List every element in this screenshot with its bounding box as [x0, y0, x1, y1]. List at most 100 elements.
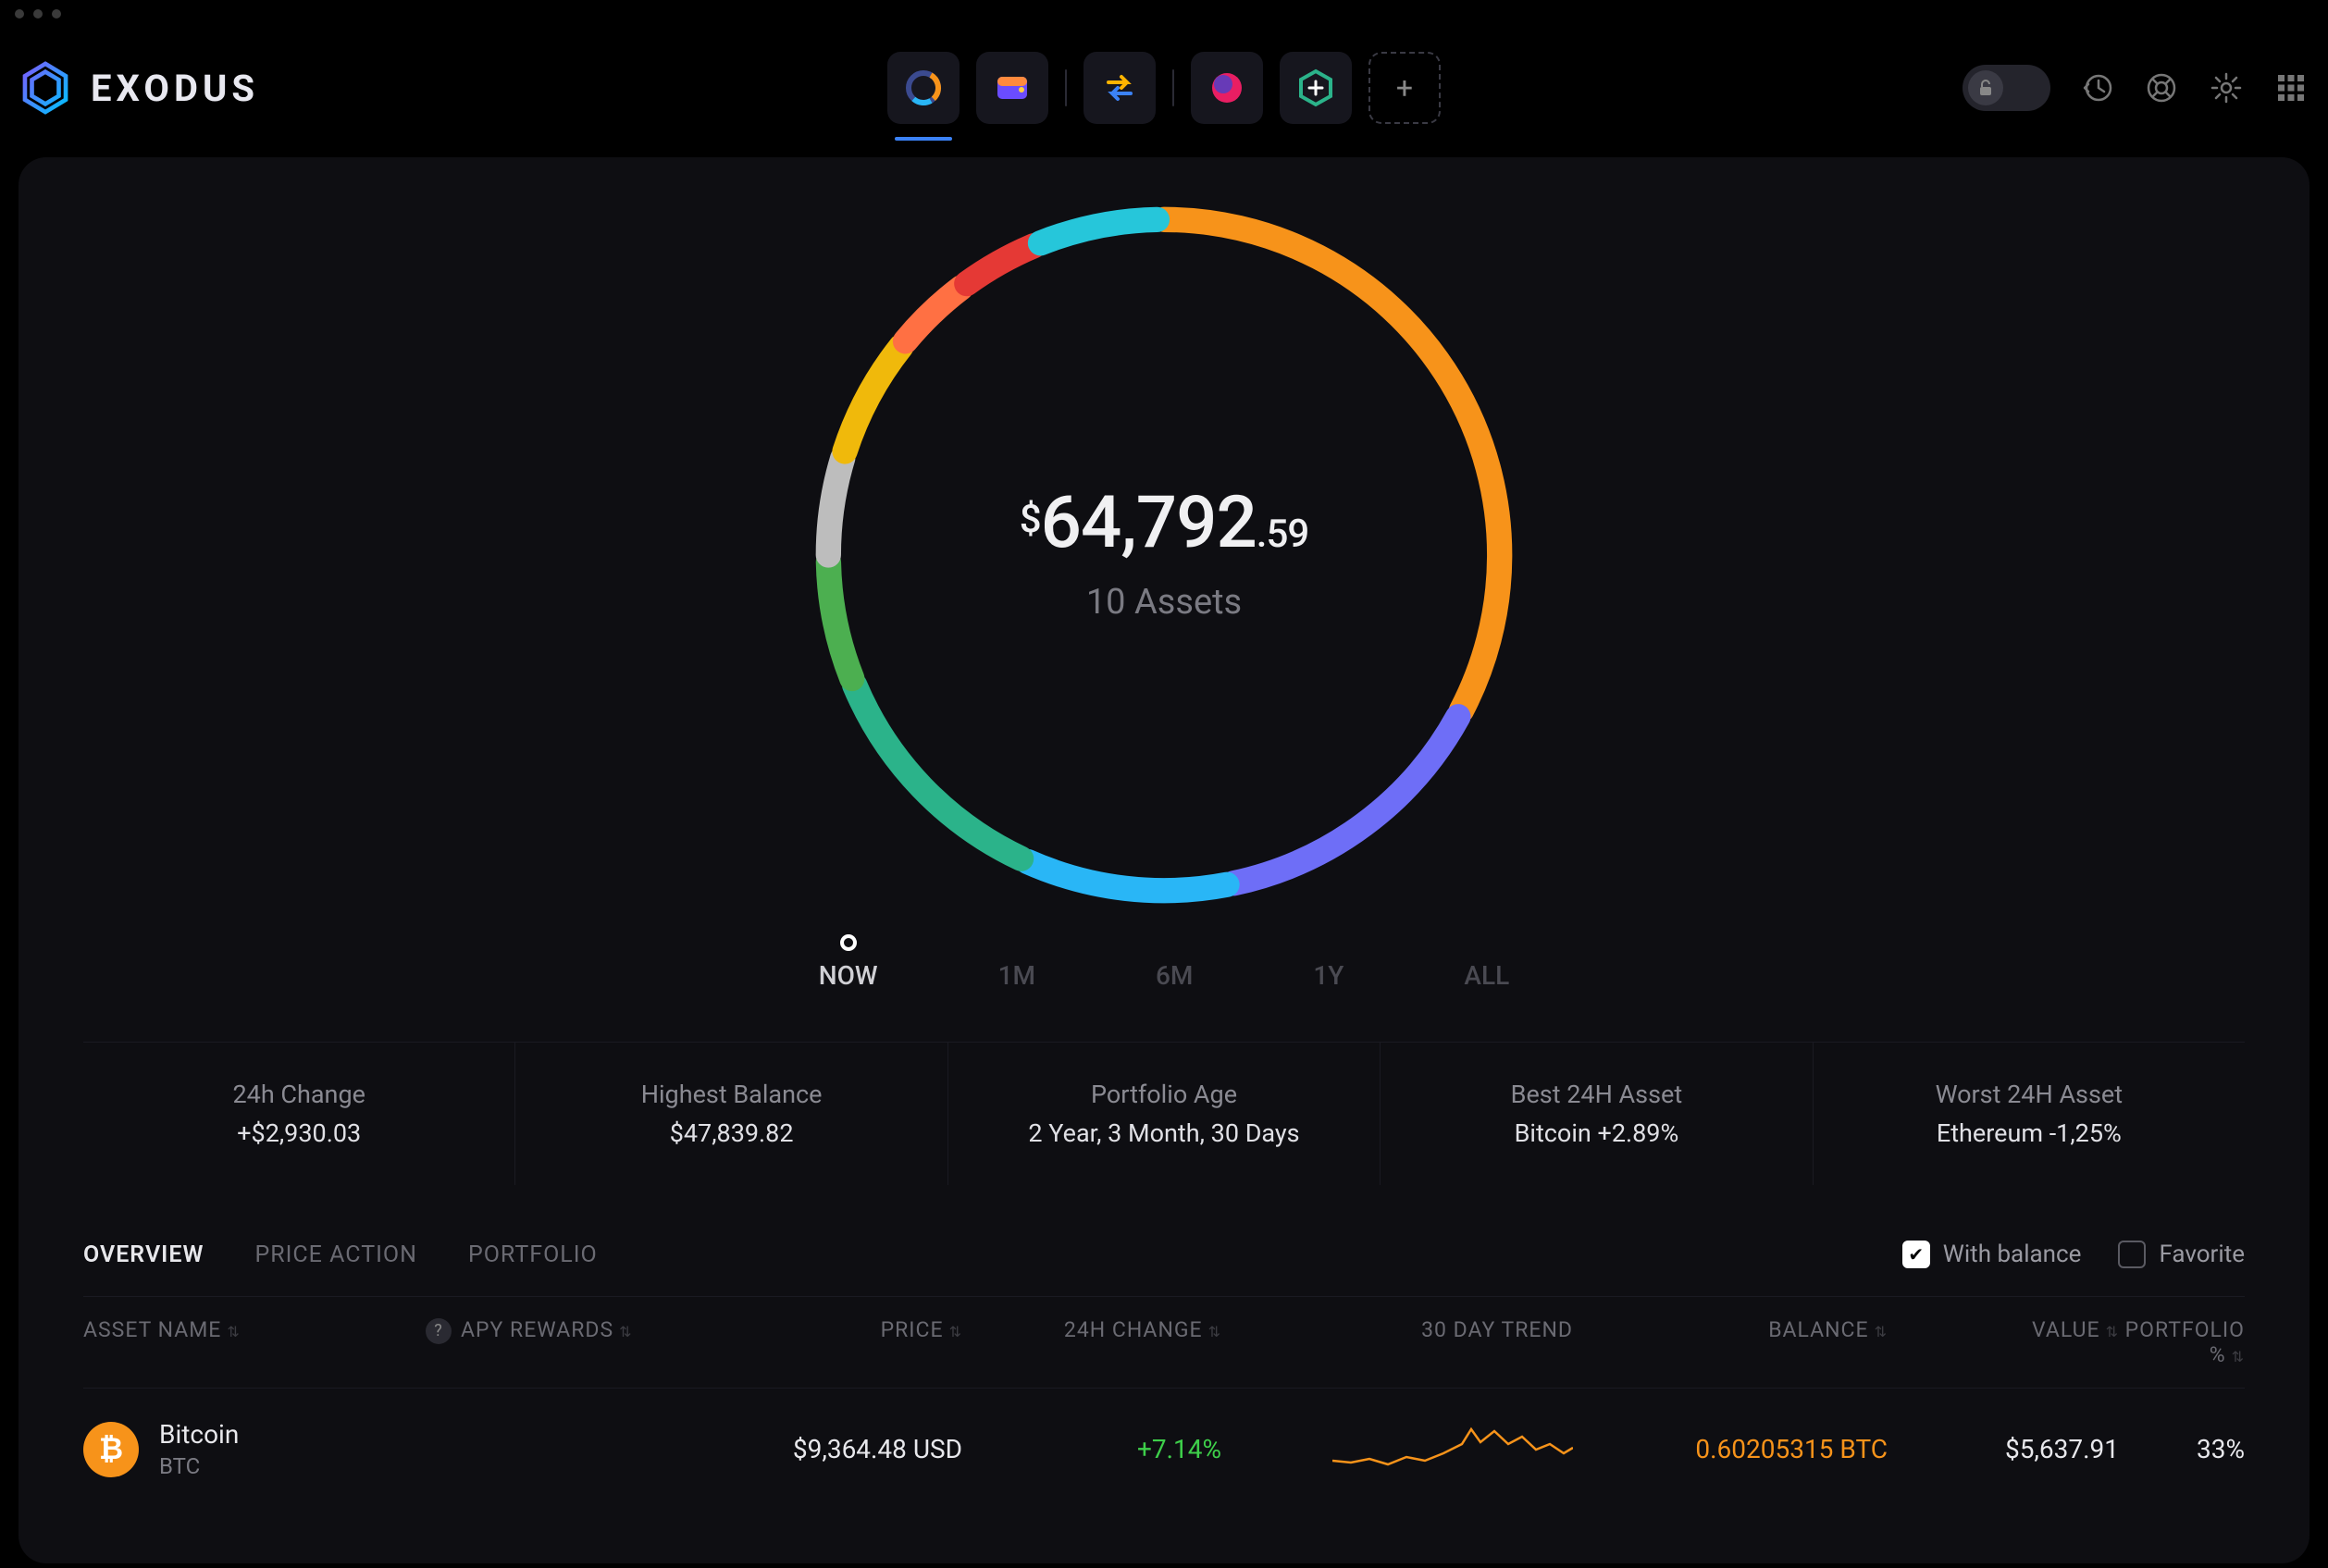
table-tab-overview[interactable]: OVERVIEW — [83, 1241, 204, 1268]
col-asset-name[interactable]: ASSET NAME⇅ — [83, 1317, 426, 1367]
app-logo: EXODUS — [19, 61, 259, 115]
filter-favorite[interactable]: Favorite — [2118, 1241, 2245, 1268]
table-view-tabs: OVERVIEW PRICE ACTION PORTFOLIO — [83, 1241, 598, 1268]
balance-minor: .59 — [1257, 512, 1308, 557]
nav-wallet[interactable] — [976, 52, 1048, 124]
donut-slice[interactable] — [1027, 861, 1226, 890]
filter-with-balance[interactable]: ✔ With balance — [1902, 1241, 2082, 1268]
nav-apps[interactable] — [1280, 52, 1352, 124]
wallet-icon — [992, 68, 1033, 108]
asset-balance: 0.60205315 BTC — [1573, 1434, 1888, 1464]
bitcoin-icon: ₿ — [83, 1422, 139, 1477]
app-name: EXODUS — [91, 67, 259, 110]
stat-cell: Highest Balance $47,839.82 — [515, 1043, 947, 1185]
donut-slice[interactable] — [967, 246, 1034, 284]
asset-ticker: BTC — [159, 1453, 239, 1479]
stat-cell: Worst 24H Asset Ethereum -1,25% — [1814, 1043, 2245, 1185]
donut-slice[interactable] — [828, 562, 851, 679]
donut-slice[interactable] — [1040, 219, 1157, 242]
lifebuoy-icon — [2145, 71, 2178, 105]
donut-icon — [903, 68, 944, 108]
lock-icon — [1976, 79, 1995, 97]
col-30d-trend: 30 DAY TREND — [1221, 1317, 1573, 1367]
portfolio-stats: 24h Change +$2,930.03 Highest Balance $47,8… — [83, 1042, 2245, 1185]
asset-table-controls: OVERVIEW PRICE ACTION PORTFOLIO ✔ With bal… — [83, 1241, 2245, 1296]
app-header: EXODUS — [19, 28, 2309, 148]
svg-text:₿: ₿ — [99, 1431, 123, 1466]
stat-value: 2 Year, 3 Month, 30 Days — [958, 1118, 1370, 1148]
stat-value: $47,839.82 — [525, 1118, 937, 1148]
stat-label: Portfolio Age — [958, 1080, 1370, 1109]
nav-add-button[interactable]: + — [1368, 52, 1441, 124]
timerange-all[interactable]: ALL — [1464, 934, 1509, 991]
portfolio-donut: $64,792.59 10 Assets — [83, 194, 2245, 944]
window-close-dot[interactable] — [15, 9, 24, 19]
exodus-logo-icon — [19, 61, 72, 115]
checkbox-unchecked-icon — [2118, 1241, 2146, 1268]
checkbox-checked-icon: ✔ — [1902, 1241, 1930, 1268]
donut-slice[interactable] — [1233, 717, 1457, 883]
nav-separator — [1065, 69, 1067, 106]
donut-slice[interactable] — [906, 288, 961, 341]
hex-plus-icon — [1295, 68, 1336, 108]
asset-table-header: ASSET NAME⇅ ?APY REWARDS⇅ PRICE⇅ 24H CHA… — [83, 1296, 2245, 1389]
timerange-1m[interactable]: 1M — [998, 934, 1035, 991]
donut-slice[interactable] — [1164, 219, 1500, 710]
window-minimize-dot[interactable] — [33, 9, 43, 19]
apps-grid-button[interactable] — [2272, 69, 2309, 106]
profile-icon — [1207, 68, 1247, 108]
stat-label: Worst 24H Asset — [1823, 1080, 2235, 1109]
assets-count: 10 Assets — [1020, 582, 1308, 623]
lock-toggle[interactable] — [1963, 65, 2050, 111]
stat-value: +$2,930.03 — [93, 1118, 505, 1148]
stat-label: Highest Balance — [525, 1080, 937, 1109]
stat-value: Bitcoin +2.89% — [1390, 1118, 1802, 1148]
plus-icon: + — [1396, 70, 1413, 105]
balance-major: 64,792 — [1041, 481, 1257, 565]
timerange-6m[interactable]: 6M — [1156, 934, 1193, 991]
col-24h-change[interactable]: 24H CHANGE⇅ — [962, 1317, 1221, 1367]
stat-label: Best 24H Asset — [1390, 1080, 1802, 1109]
col-value[interactable]: VALUE⇅ — [1888, 1317, 2119, 1367]
portfolio-panel: $64,792.59 10 Assets NOW 1M 6M 1Y ALL 24h Ch… — [19, 157, 2309, 1563]
col-price[interactable]: PRICE⇅ — [685, 1317, 962, 1367]
asset-portfolio-pct: 33% — [2119, 1434, 2245, 1464]
currency-symbol: $ — [1020, 497, 1041, 542]
window-maximize-dot[interactable] — [52, 9, 61, 19]
asset-value: $5,637.91 — [1888, 1434, 2119, 1464]
asset-name: Bitcoin — [159, 1419, 239, 1450]
history-button[interactable] — [2078, 69, 2115, 106]
header-actions — [1963, 65, 2309, 111]
support-button[interactable] — [2143, 69, 2180, 106]
asset-24h-change: +7.14% — [962, 1434, 1221, 1464]
asset-price: $9,364.48 USD — [685, 1434, 962, 1464]
grid-icon — [2274, 71, 2308, 105]
donut-slice[interactable] — [828, 458, 842, 555]
help-icon[interactable]: ? — [426, 1318, 452, 1344]
stat-cell: Portfolio Age 2 Year, 3 Month, 30 Days — [948, 1043, 1381, 1185]
nav-portfolio[interactable] — [887, 52, 960, 124]
window-titlebar — [0, 0, 2328, 28]
donut-slice[interactable] — [845, 347, 901, 451]
timerange-now[interactable]: NOW — [819, 934, 878, 991]
donut-slice[interactable] — [855, 685, 1022, 859]
nav-rewards[interactable] — [1191, 52, 1263, 124]
col-portfolio-pct[interactable]: PORTFOLIO %⇅ — [2119, 1317, 2245, 1367]
nav-exchange[interactable] — [1084, 52, 1156, 124]
table-tab-portfolio[interactable]: PORTFOLIO — [468, 1241, 598, 1268]
swap-arrows-icon — [1099, 68, 1140, 108]
stat-cell: 24h Change +$2,930.03 — [83, 1043, 515, 1185]
stat-label: 24h Change — [93, 1080, 505, 1109]
asset-sparkline — [1221, 1416, 1573, 1482]
asset-row[interactable]: ₿ Bitcoin BTC $9,364.48 USD+7.14% 0.60205315… — [83, 1389, 2245, 1510]
gear-icon — [2210, 71, 2243, 105]
balance-display: $64,792.59 10 Assets — [1020, 481, 1308, 623]
col-apy-rewards[interactable]: ?APY REWARDS⇅ — [426, 1317, 685, 1367]
table-tab-price-action[interactable]: PRICE ACTION — [254, 1241, 417, 1268]
main-nav: + — [887, 52, 1441, 124]
nav-separator — [1172, 69, 1174, 106]
settings-button[interactable] — [2208, 69, 2245, 106]
stat-value: Ethereum -1,25% — [1823, 1118, 2235, 1148]
timerange-1y[interactable]: 1Y — [1313, 934, 1344, 991]
col-balance[interactable]: BALANCE⇅ — [1573, 1317, 1888, 1367]
